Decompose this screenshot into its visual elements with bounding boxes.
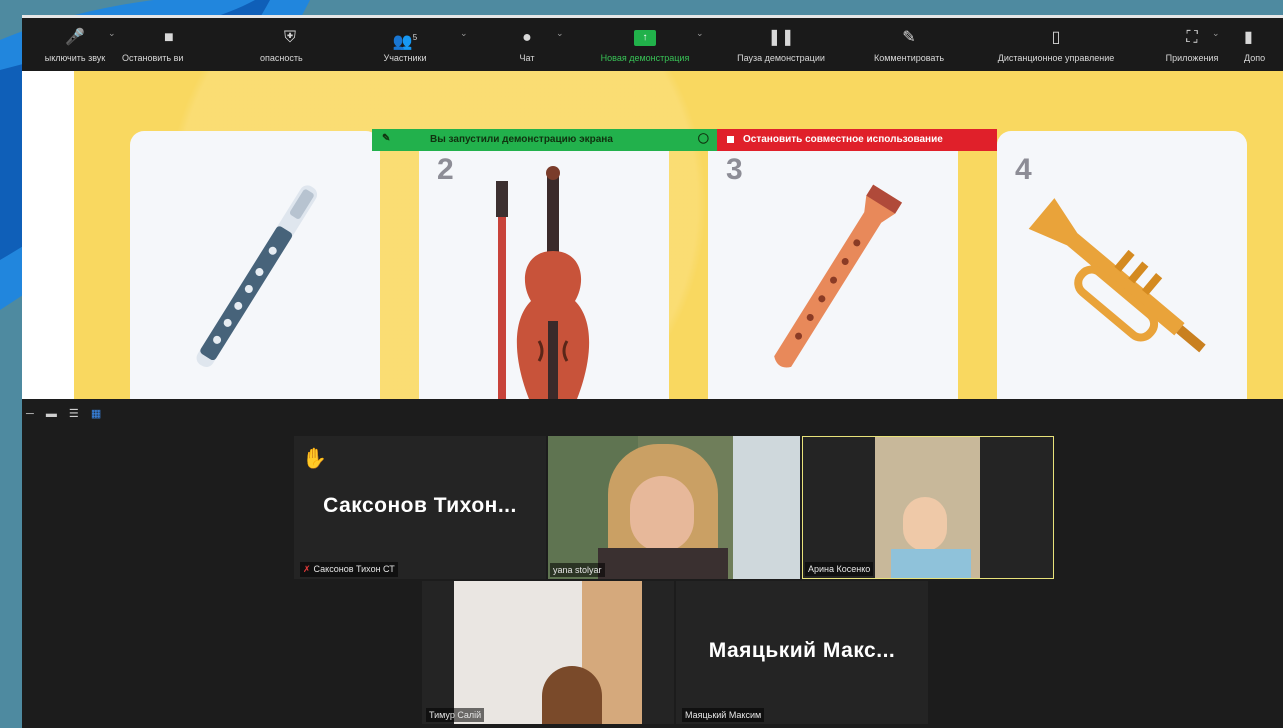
apps-icon: ⛶ [1186,29,1198,46]
participant-tile[interactable]: Тимур Салій [422,581,674,724]
participant-tile[interactable]: yana stolyar [548,436,800,579]
sharing-pin-icon: ✎ [382,133,391,144]
annotate-button[interactable]: ✎ Комментировать [854,26,964,72]
chat-icon: ● [522,29,532,46]
participant-tile[interactable]: ✋ Саксонов Тихон... ✗ Саксонов Тихон СТ [294,436,546,579]
participant-name-tag: ✗ Саксонов Тихон СТ [300,562,398,577]
stop-video-button[interactable]: ■ Остановить ви [122,26,222,72]
remote-control-button[interactable]: ▯ Дистанционное управление [972,26,1140,72]
apps-button[interactable]: ⛶ Приложения [1152,26,1232,72]
more-button[interactable]: ▮ Допо [1244,26,1283,72]
strip-view-icon[interactable]: ☰ [69,408,79,420]
participant-display-name: Саксонов Тихон... [323,494,517,517]
security-button[interactable]: ⛨ опасность [260,26,340,72]
minimize-view-icon[interactable]: ─ [26,408,34,420]
raised-hand-icon: ✋ [302,448,327,470]
pause-share-button[interactable]: ❚❚ Пауза демонстрации [716,26,846,72]
chat-options-chevron-icon[interactable]: ⌄ [556,28,564,39]
apps-options-chevron-icon[interactable]: ⌄ [1212,28,1220,39]
chat-button[interactable]: ● Чат [507,26,547,72]
stop-icon [727,136,734,143]
video-gallery: ─ ▬ ☰ ▦ ✋ Саксонов Тихон... ✗ Саксонов Ти… [22,399,1283,728]
pause-icon: ❚❚ [767,29,795,46]
stop-share-button[interactable]: Остановить совместное использование [717,129,997,151]
sharing-status-banner: ✎ Вы запустили демонстрацию экрана ◯ [372,129,717,151]
slide-background: 2 3 4 [74,71,1283,399]
shield-check-icon: ◯ [697,133,709,144]
video-camera-icon: ■ [164,29,174,46]
new-share-button[interactable]: ↑ Новая демонстрация [580,26,710,72]
gallery-view-icon[interactable]: ▦ [91,408,101,420]
violin-icon [496,166,590,399]
zoom-window: 🎤 ыключить звук ⌄ ■ Остановить ви ⛨ опас… [22,15,1283,728]
recorder-icon [774,184,902,368]
participant-display-name: Маяцький Макс... [708,639,896,662]
mute-options-chevron-icon[interactable]: ⌄ [108,28,116,39]
shared-screen: 2 3 4 ✎ Вы запустили демонстрацию экрана… [22,71,1283,399]
microphone-icon: 🎤 [65,29,85,46]
muted-mic-icon: ✗ [303,564,311,574]
participant-name-tag: Тимур Салій [426,708,485,722]
participant-tile[interactable]: Маяцький Макс... Маяцький Максим [676,581,928,724]
instrument-card-1[interactable] [130,131,380,399]
trumpet-icon [1028,198,1206,353]
participant-video-face [903,497,947,551]
speaker-view-icon[interactable]: ▬ [46,408,57,420]
participants-count: 5 [412,33,418,42]
participant-video-clothing [891,549,971,578]
participant-name-tag: yana stolyar [550,563,605,577]
instrument-card-4[interactable]: 4 [997,131,1247,399]
participant-video-clothing [598,548,728,579]
more-icon: ▮ [1244,29,1253,46]
mouse-icon: ▯ [1051,29,1061,46]
video-background [733,436,800,579]
flute-icon [196,185,318,368]
instrument-card-3[interactable]: 3 [708,131,958,399]
participant-name-tag: Арина Косенко [805,562,874,576]
shield-icon: ⛨ [284,29,297,46]
new-share-icon: ↑ [580,26,710,50]
participants-options-chevron-icon[interactable]: ⌄ [460,28,468,39]
participant-video-face [630,476,694,552]
participants-icon: 👥5 [392,33,418,51]
participants-button[interactable]: 👥5 Участники [370,26,440,72]
participant-tile-active[interactable]: Арина Косенко [802,436,1054,579]
share-options-chevron-icon[interactable]: ⌄ [696,28,704,39]
meeting-toolbar: 🎤 ыключить звук ⌄ ■ Остановить ви ⛨ опас… [22,15,1283,74]
mute-button[interactable]: 🎤 ыключить звук [30,26,120,72]
participant-video-figure [542,666,602,724]
view-switcher: ─ ▬ ☰ ▦ [26,407,110,420]
instrument-card-2[interactable]: 2 [419,131,669,399]
participant-name-tag: Маяцький Максим [682,708,765,722]
pencil-icon: ✎ [902,29,916,46]
